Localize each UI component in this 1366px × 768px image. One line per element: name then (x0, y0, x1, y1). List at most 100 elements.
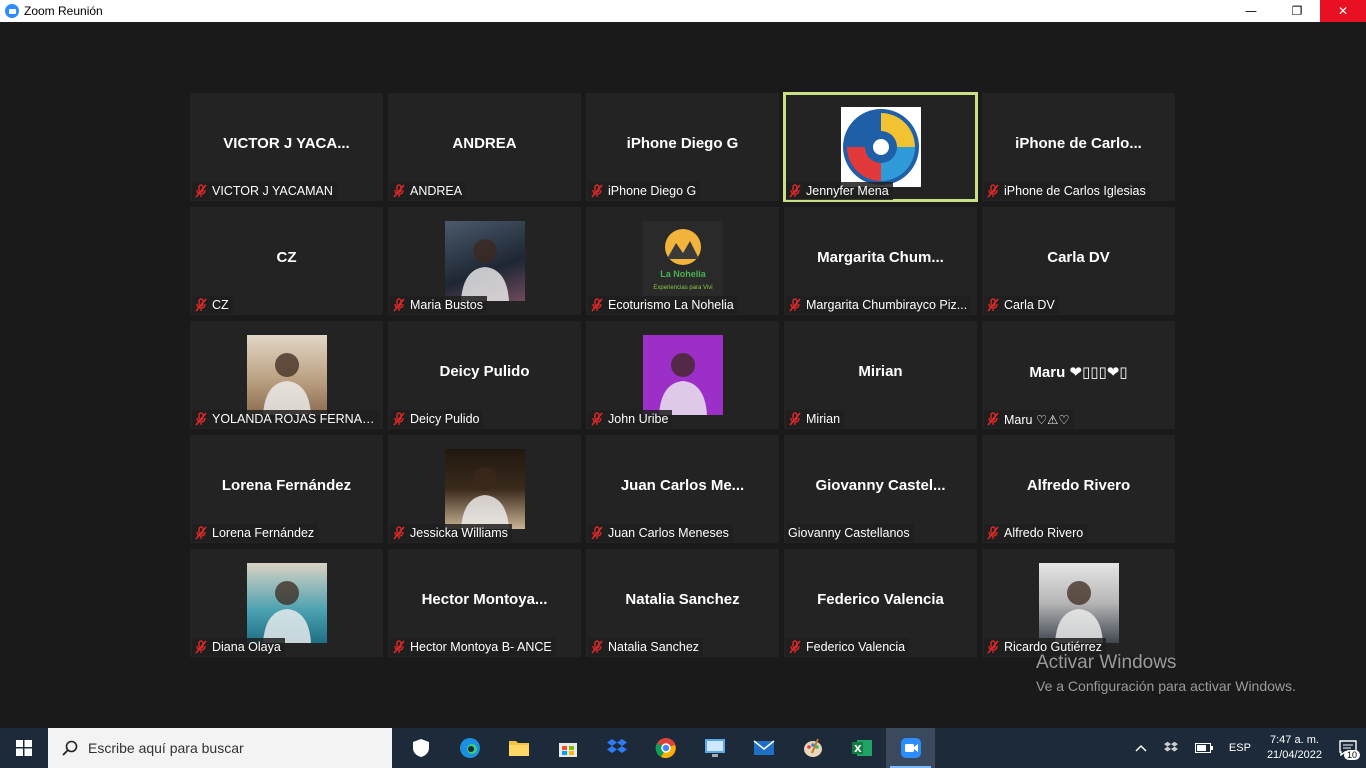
start-button[interactable] (0, 728, 48, 768)
participant-tile[interactable]: CZ CZ (190, 207, 383, 315)
participant-name-label: Jennyfer Mena (786, 182, 893, 200)
participant-name-label: Alfredo Rivero (984, 524, 1088, 542)
security-app-button[interactable] (396, 728, 445, 768)
participant-display-name: iPhone de Carlo... (1015, 135, 1142, 152)
participant-name-label: YOLANDA ROJAS FERNAN... (192, 410, 380, 428)
taskbar-clock[interactable]: 7:47 a. m. 21/04/2022 (1259, 733, 1330, 763)
participant-name: iPhone de Carlos Iglesias (1004, 184, 1146, 198)
notification-center-button[interactable]: 10 (1330, 728, 1366, 768)
chrome-button[interactable] (641, 728, 690, 768)
dropbox-icon (606, 739, 627, 753)
control-panel-button[interactable] (690, 728, 739, 768)
muted-microphone-icon (591, 184, 603, 198)
participant-tile[interactable]: ANDREA ANDREA (388, 93, 581, 201)
muted-microphone-icon (195, 298, 207, 312)
participant-display-name: Maru ❤▯▯▯❤▯ (1029, 364, 1128, 381)
participant-tile[interactable]: Ricardo Gutiérrez (982, 549, 1175, 657)
window-controls: — ❐ ✕ (1228, 0, 1366, 22)
participant-tile[interactable]: John Uribe (586, 321, 779, 429)
dropbox-tray-button[interactable] (1155, 728, 1187, 768)
close-button[interactable]: ✕ (1320, 0, 1366, 22)
participant-name: Hector Montoya B- ANCE (410, 640, 552, 654)
participant-tile[interactable]: Alfredo Rivero Alfredo Rivero (982, 435, 1175, 543)
activate-windows-watermark: Activar Windows Ve a Configuración para … (1036, 652, 1296, 694)
participant-tile[interactable]: Giovanny Castel... Giovanny Castellanos (784, 435, 977, 543)
mail-button[interactable] (739, 728, 788, 768)
participant-display-name: Giovanny Castel... (815, 477, 946, 494)
participant-name-label: Federico Valencia (786, 638, 910, 656)
battery-button[interactable] (1187, 728, 1221, 768)
participant-tile[interactable]: Carla DV Carla DV (982, 207, 1175, 315)
edge-browser-button[interactable] (445, 728, 494, 768)
maximize-button[interactable]: ❐ (1274, 0, 1320, 22)
participant-display-name: Margarita Chum... (817, 249, 944, 266)
participant-tile[interactable]: Jennyfer Mena (783, 92, 978, 202)
svg-text:X: X (854, 744, 862, 755)
participant-display-name: Mirian (858, 363, 903, 380)
muted-microphone-icon (393, 526, 405, 540)
file-explorer-button[interactable] (494, 728, 543, 768)
zoom-icon (900, 738, 921, 758)
muted-microphone-icon (393, 412, 405, 426)
participant-tile[interactable]: Natalia Sanchez Natalia Sanchez (586, 549, 779, 657)
participant-name: Ecoturismo La Nohelia (608, 298, 734, 312)
store-icon (558, 743, 577, 757)
language-indicator[interactable]: ESP (1221, 728, 1259, 768)
participant-display-name: Deicy Pulido (439, 363, 530, 380)
monitor-icon (704, 739, 725, 757)
participant-name-label: CZ (192, 296, 233, 314)
muted-microphone-icon (195, 184, 207, 198)
participant-display-name: Carla DV (1047, 249, 1110, 266)
notification-count-badge: 10 (1343, 750, 1360, 760)
participant-tile[interactable]: Hector Montoya... Hector Montoya B- ANCE (388, 549, 581, 657)
dropbox-button[interactable] (592, 728, 641, 768)
participant-tile[interactable]: Federico Valencia Federico Valencia (784, 549, 977, 657)
muted-microphone-icon (195, 640, 207, 654)
participant-display-name: iPhone Diego G (626, 135, 739, 152)
participant-tile[interactable]: Mirian Mirian (784, 321, 977, 429)
participant-name: John Uribe (608, 412, 669, 426)
participant-display-name: CZ (276, 249, 297, 266)
participant-tile[interactable]: Maria Bustos (388, 207, 581, 315)
participant-name-label: Hector Montoya B- ANCE (390, 638, 556, 656)
participant-grid: VICTOR J YACA... VICTOR J YACAMAN ANDREA AN… (190, 92, 1176, 657)
participant-tile[interactable]: VICTOR J YACA... VICTOR J YACAMAN (190, 93, 383, 201)
participant-tile[interactable]: iPhone de Carlo... iPhone de Carlos Igles… (982, 93, 1175, 201)
participant-tile[interactable]: Diana Olaya (190, 549, 383, 657)
muted-microphone-icon (195, 412, 207, 426)
participant-tile[interactable]: Lorena Fernández Lorena Fernández (190, 435, 383, 543)
participant-tile[interactable]: Margarita Chum... Margarita Chumbirayco P… (784, 207, 977, 315)
participant-picture: La Nohelia Experiencias para Vivi (642, 221, 723, 301)
show-hidden-icons-button[interactable] (1127, 728, 1155, 768)
participant-photo-icon (460, 467, 509, 529)
paint-button[interactable] (788, 728, 837, 768)
participant-tile[interactable]: iPhone Diego G iPhone Diego G (586, 93, 779, 201)
microsoft-store-button[interactable] (543, 728, 592, 768)
participant-picture (840, 107, 921, 187)
excel-button[interactable]: X (837, 728, 886, 768)
participant-name: CZ (212, 298, 229, 312)
zoom-taskbar-button[interactable] (886, 728, 935, 768)
windows-logo-icon (16, 740, 32, 756)
participant-tile[interactable]: Jessicka Williams (388, 435, 581, 543)
participant-photo-icon (262, 353, 311, 415)
participant-name: ANDREA (410, 184, 463, 198)
participant-name: Alfredo Rivero (1004, 526, 1084, 540)
clock-date: 21/04/2022 (1266, 749, 1322, 761)
muted-microphone-icon (987, 526, 999, 540)
participant-tile[interactable]: La Nohelia Experiencias para Vivi Ecoturis… (586, 207, 779, 315)
participant-display-name: Lorena Fernández (221, 477, 352, 494)
participant-name: Maru ♡⚠♡ (1004, 412, 1070, 427)
muted-microphone-icon (987, 640, 999, 654)
muted-microphone-icon (789, 412, 801, 426)
participant-tile[interactable]: YOLANDA ROJAS FERNAN... (190, 321, 383, 429)
minimize-button[interactable]: — (1228, 0, 1274, 22)
participant-tile[interactable]: Maru ❤▯▯▯❤▯ Maru ♡⚠♡ (982, 321, 1175, 429)
taskbar-search-box[interactable]: Escribe aquí para buscar (48, 728, 392, 768)
participant-tile[interactable]: Juan Carlos Me... Juan Carlos Meneses (586, 435, 779, 543)
participant-picture (246, 335, 327, 415)
participant-tile[interactable]: Deicy Pulido Deicy Pulido (388, 321, 581, 429)
participant-name-label: Maru ♡⚠♡ (984, 410, 1074, 428)
search-placeholder: Escribe aquí para buscar (88, 740, 244, 756)
watermark-title: Activar Windows (1036, 652, 1177, 673)
